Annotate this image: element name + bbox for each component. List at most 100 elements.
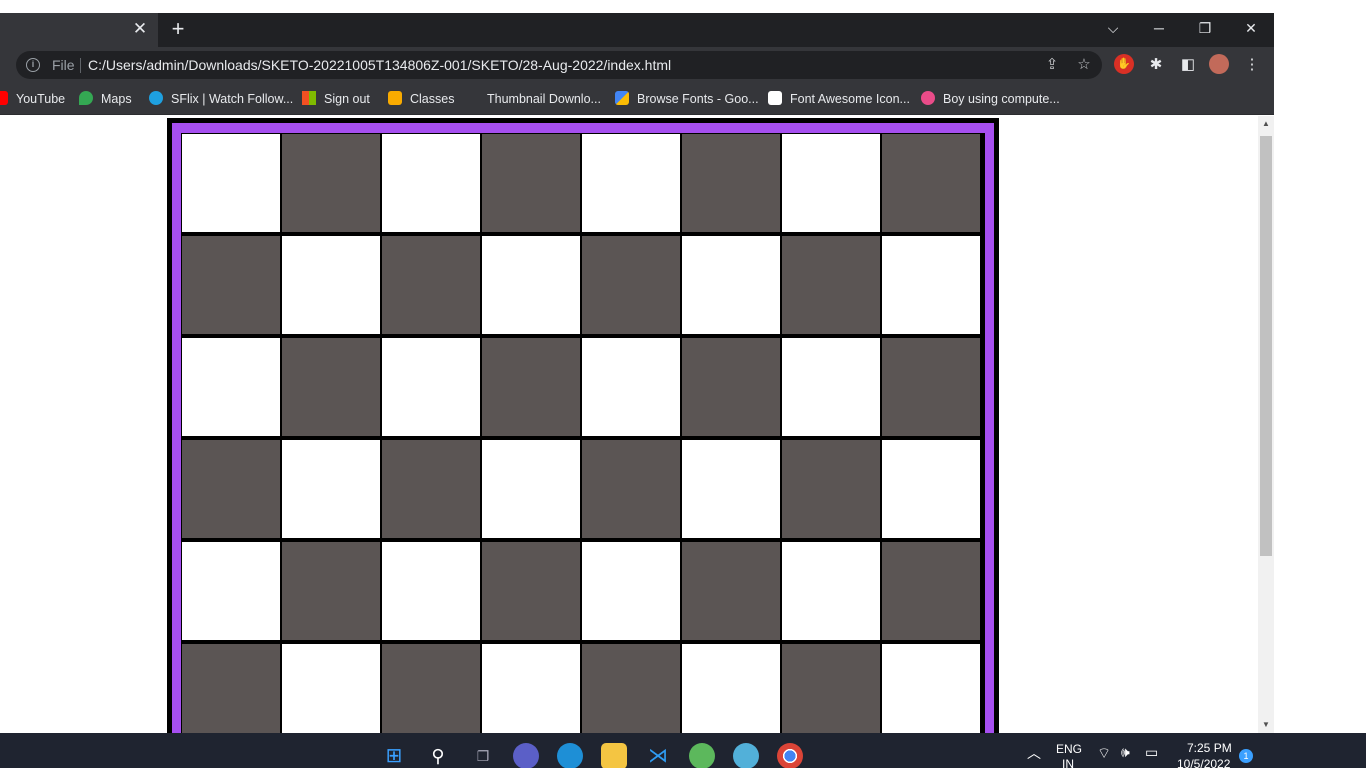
restore-button[interactable]: ❐ xyxy=(1191,17,1219,41)
light-square xyxy=(781,337,881,437)
scroll-up-arrow-icon[interactable]: ▲ xyxy=(1258,116,1274,132)
dark-square xyxy=(781,643,881,733)
dark-square xyxy=(381,643,481,733)
windows-start-icon[interactable]: ⊞ xyxy=(381,743,407,768)
maps-icon xyxy=(79,91,93,105)
bookmark-classes[interactable]: Classes xyxy=(388,90,454,108)
edge-icon[interactable] xyxy=(557,743,583,768)
light-square xyxy=(381,133,481,233)
battery-icon[interactable]: ▭ xyxy=(1145,744,1158,761)
bookmark-star-icon[interactable]: ☆ xyxy=(1075,56,1093,74)
volume-icon[interactable]: 🕪 xyxy=(1121,744,1130,761)
bookmark-label: Boy using compute... xyxy=(943,92,1060,106)
scrollbar-thumb[interactable] xyxy=(1260,136,1272,556)
desktop-screen: ✕ + ⌵ ─ ❐ ✕ i File C:/Users/admin/Downlo… xyxy=(0,0,1366,768)
bookmark-sign-out[interactable]: Sign out xyxy=(302,90,370,108)
microsoft-icon xyxy=(302,91,316,105)
dark-square xyxy=(181,235,281,335)
chessboard-frame xyxy=(172,123,994,733)
site-info-icon[interactable]: i xyxy=(26,58,40,72)
minimize-button[interactable]: ─ xyxy=(1145,17,1173,41)
new-tab-button[interactable]: + xyxy=(167,18,189,41)
bookmark-font-awesome[interactable]: Font Awesome Icon... xyxy=(768,90,910,108)
language-indicator[interactable]: ENG xyxy=(1056,742,1082,756)
dark-square xyxy=(381,439,481,539)
light-square xyxy=(381,337,481,437)
bookmarks-bar: YouTube Maps SFlix | Watch Follow... Sig… xyxy=(0,83,1274,115)
light-square xyxy=(881,439,981,539)
active-tab[interactable]: ✕ xyxy=(0,13,158,47)
file-explorer-icon[interactable] xyxy=(601,743,627,768)
bookmark-thumbnail[interactable]: Thumbnail Downlo... xyxy=(465,90,601,108)
chrome-icon[interactable] xyxy=(777,743,803,768)
light-square xyxy=(281,439,381,539)
adblock-extension-icon[interactable]: ✋ xyxy=(1114,54,1134,74)
more-menu-icon[interactable]: ⋮ xyxy=(1242,55,1262,75)
dark-square xyxy=(781,235,881,335)
address-bar[interactable]: i File C:/Users/admin/Downloads/SKETO-20… xyxy=(16,51,1102,79)
dark-square xyxy=(781,439,881,539)
light-square xyxy=(581,337,681,437)
bookmark-label: Maps xyxy=(101,92,132,106)
google-fonts-icon xyxy=(615,91,629,105)
dark-square xyxy=(181,439,281,539)
dark-square xyxy=(181,643,281,733)
page-viewport xyxy=(0,116,1274,733)
light-square xyxy=(281,643,381,733)
utorrent-icon[interactable] xyxy=(689,743,715,768)
dribbble-icon xyxy=(921,91,935,105)
tab-search-button[interactable]: ⌵ xyxy=(1099,17,1127,41)
dark-square xyxy=(281,541,381,641)
extensions-puzzle-icon[interactable]: ✱ xyxy=(1146,55,1166,75)
bookmark-sflix[interactable]: SFlix | Watch Follow... xyxy=(149,90,293,108)
omnibox-divider xyxy=(80,58,81,73)
browser-toolbar: i File C:/Users/admin/Downloads/SKETO-20… xyxy=(0,47,1274,83)
bookmark-maps[interactable]: Maps xyxy=(79,90,132,108)
close-window-button[interactable]: ✕ xyxy=(1237,17,1265,41)
light-square xyxy=(881,643,981,733)
dark-square xyxy=(581,643,681,733)
bookmark-google-fonts[interactable]: Browse Fonts - Goo... xyxy=(615,90,759,108)
notification-badge[interactable]: 1 xyxy=(1239,749,1253,763)
light-square xyxy=(481,439,581,539)
region-indicator[interactable]: IN xyxy=(1062,757,1074,768)
bookmark-label: Browse Fonts - Goo... xyxy=(637,92,759,106)
task-view-icon[interactable]: ❐ xyxy=(470,743,496,768)
youtube-icon xyxy=(0,91,8,105)
side-panel-icon[interactable]: ◧ xyxy=(1178,55,1198,75)
clock-date[interactable]: 10/5/2022 xyxy=(1177,757,1230,768)
clock-time[interactable]: 7:25 PM xyxy=(1187,741,1232,755)
teams-chat-icon[interactable] xyxy=(513,743,539,768)
scroll-down-arrow-icon[interactable]: ▼ xyxy=(1258,717,1274,733)
dark-square xyxy=(881,337,981,437)
font-awesome-icon xyxy=(768,91,782,105)
bookmark-label: Thumbnail Downlo... xyxy=(487,92,601,106)
bookmark-youtube[interactable]: YouTube xyxy=(0,90,65,108)
chrome-window: ✕ + ⌵ ─ ❐ ✕ i File C:/Users/admin/Downlo… xyxy=(0,0,1274,733)
bookmark-label: Sign out xyxy=(324,92,370,106)
paint-icon[interactable] xyxy=(733,743,759,768)
bookmark-label: SFlix | Watch Follow... xyxy=(171,92,294,106)
tab-close-icon[interactable]: ✕ xyxy=(131,20,149,38)
url-text[interactable]: C:/Users/admin/Downloads/SKETO-20221005T… xyxy=(88,57,671,73)
light-square xyxy=(581,541,681,641)
search-icon[interactable]: ⚲ xyxy=(425,743,451,768)
profile-avatar[interactable] xyxy=(1209,54,1229,74)
tab-strip: ✕ + ⌵ ─ ❐ ✕ xyxy=(0,13,1274,47)
wifi-icon[interactable]: ⌔ xyxy=(1097,744,1111,763)
bookmark-label: Font Awesome Icon... xyxy=(790,92,910,106)
dark-square xyxy=(481,337,581,437)
light-square xyxy=(681,643,781,733)
light-square xyxy=(781,541,881,641)
show-hidden-icons-chevron-icon[interactable]: ︿ xyxy=(1027,743,1041,763)
dark-square xyxy=(381,235,481,335)
dark-square xyxy=(481,133,581,233)
light-square xyxy=(681,235,781,335)
bookmark-dribbble[interactable]: Boy using compute... xyxy=(921,90,1060,108)
dark-square xyxy=(881,541,981,641)
share-icon[interactable]: ⇪ xyxy=(1043,56,1061,74)
light-square xyxy=(181,541,281,641)
url-scheme-label: File xyxy=(52,57,75,73)
vertical-scrollbar[interactable]: ▲ ▼ xyxy=(1258,116,1274,733)
vscode-icon[interactable]: ⋊ xyxy=(645,743,671,768)
